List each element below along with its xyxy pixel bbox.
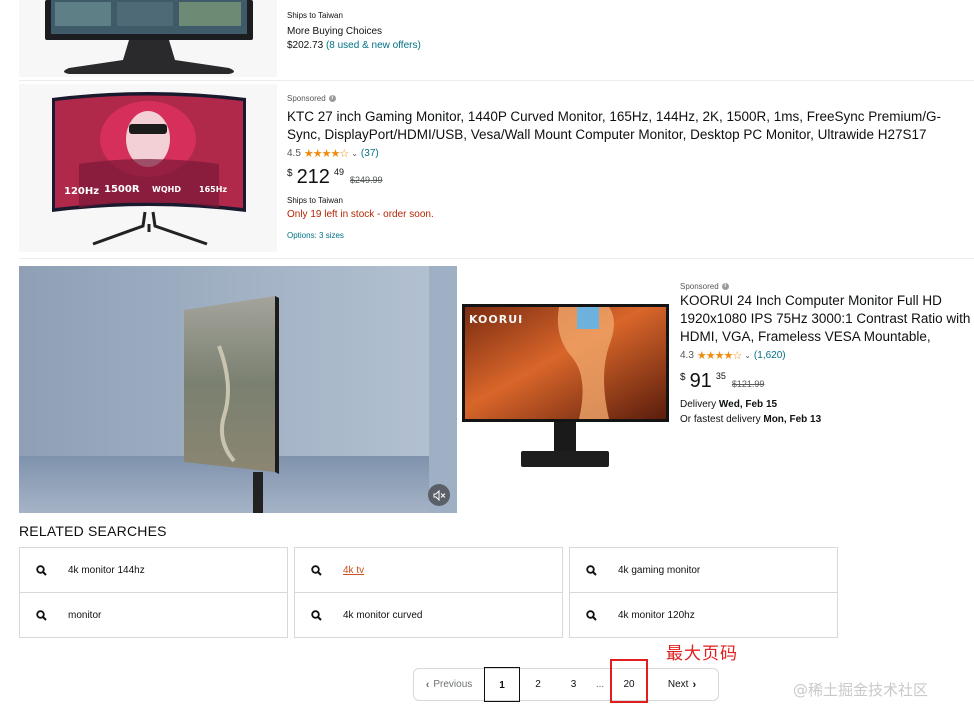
watermark: @稀土掘金技术社区: [793, 681, 929, 699]
price-symbol: $: [680, 372, 686, 383]
monitor-product-image: 120Hz 1500R WQHD 165Hz: [52, 92, 246, 246]
rating-value: 4.3: [680, 350, 694, 361]
rating-row: 4.3 ★★★★☆ ⌄ (1,620): [680, 349, 786, 362]
options-link[interactable]: Options: 3 sizes: [287, 231, 344, 240]
delivery-info: Delivery Wed, Feb 15: [680, 399, 777, 410]
fastest-delivery-info: Or fastest delivery Mon, Feb 13: [680, 414, 821, 425]
pagination: ‹ Previous 1 2 3 ... 20 Next ›: [413, 667, 719, 702]
options-text: Options: 3 sizes: [287, 231, 344, 240]
page-ellipsis: ...: [595, 679, 605, 690]
page-3-button[interactable]: 3: [556, 679, 591, 690]
image-badge-resolution: WQHD: [152, 185, 181, 194]
fastest-delivery-label: Or fastest delivery: [680, 414, 764, 425]
page-1-button[interactable]: 1: [484, 667, 520, 702]
search-icon: [36, 564, 50, 576]
video-frame-image: [19, 266, 457, 513]
chevron-right-icon: ›: [692, 678, 697, 691]
related-search-label: 4k monitor 144hz: [68, 564, 145, 576]
star-rating-icon[interactable]: ★★★★☆: [697, 349, 742, 362]
sponsored-text: Sponsored: [680, 282, 719, 291]
next-label: Next: [667, 679, 689, 690]
more-buying-choices: More Buying Choices: [287, 26, 383, 37]
image-badge-curve: 1500R: [104, 184, 140, 195]
mute-icon[interactable]: [428, 484, 450, 506]
related-search-item[interactable]: 4k monitor curved: [294, 592, 563, 638]
related-search-label: 4k monitor 120hz: [618, 609, 695, 621]
chevron-left-icon: ‹: [425, 678, 430, 691]
next-page-button[interactable]: Next ›: [649, 679, 715, 691]
search-icon: [586, 564, 600, 576]
monitor-product-image: [45, 0, 253, 74]
price-fraction: 35: [715, 371, 726, 381]
sponsored-text: Sponsored: [287, 94, 326, 103]
product-image-panel[interactable]: [19, 0, 277, 77]
price[interactable]: $ 212 49 $249.99: [287, 166, 383, 188]
annotation-label: 最大页码: [666, 644, 738, 664]
price[interactable]: $ 91 35 $121.99: [680, 370, 764, 392]
image-badge-hz: 165Hz: [199, 185, 227, 194]
list-price: $121.99: [731, 379, 765, 389]
info-icon[interactable]: i: [721, 283, 729, 290]
shipping-text: Ships to Taiwan: [287, 196, 343, 205]
rating-row: 4.5 ★★★★☆ ⌄ (37): [287, 147, 379, 160]
review-count-link[interactable]: (37): [361, 148, 379, 159]
chevron-down-icon[interactable]: ⌄: [744, 351, 751, 360]
search-icon: [311, 609, 325, 621]
price-whole: 212: [296, 166, 330, 188]
star-rating-icon[interactable]: ★★★★☆: [304, 147, 349, 160]
previous-label: Previous: [433, 679, 473, 690]
rating-value: 4.5: [287, 148, 301, 159]
search-icon: [311, 564, 325, 576]
annotation-highlight-box: [610, 659, 648, 703]
search-icon: [586, 609, 600, 621]
monitor-product-image: KOORUI: [462, 304, 669, 467]
related-search-item[interactable]: 4k monitor 120hz: [569, 592, 838, 638]
brand-logo: KOORUI: [469, 313, 523, 326]
buying-choices-price-row: $202.73 (8 used & new offers): [287, 40, 421, 51]
price-fraction: 49: [333, 167, 344, 177]
product-video[interactable]: [19, 266, 457, 513]
product-image-panel[interactable]: 120Hz 1500R WQHD 165Hz: [19, 84, 277, 252]
related-search-item[interactable]: monitor: [19, 592, 288, 638]
sponsored-label[interactable]: Sponsored i: [680, 282, 729, 291]
sponsored-label[interactable]: Sponsored i: [287, 94, 336, 103]
delivery-label: Delivery: [680, 399, 719, 410]
product-image-panel[interactable]: KOORUI: [459, 266, 674, 513]
page-2-button[interactable]: 2: [520, 679, 556, 690]
search-icon: [36, 609, 50, 621]
related-searches-heading: RELATED SEARCHES: [19, 523, 167, 539]
previous-page-button[interactable]: ‹ Previous: [414, 679, 484, 691]
shipping-text: Ships to Taiwan: [287, 11, 343, 20]
divider: [19, 80, 974, 81]
related-search-label: 4k gaming monitor: [618, 564, 701, 576]
chevron-down-icon[interactable]: ⌄: [351, 149, 358, 158]
price-whole: 91: [689, 370, 712, 392]
buying-choices-price: $202.73: [287, 40, 324, 51]
related-search-item[interactable]: 4k monitor 144hz: [19, 547, 288, 593]
product-title-link[interactable]: KOORUI 24 Inch Computer Monitor Full HD …: [680, 292, 974, 348]
related-search-label: monitor: [68, 609, 102, 621]
offers-link[interactable]: (8 used & new offers): [326, 40, 421, 51]
fastest-delivery-date: Mon, Feb 13: [763, 414, 822, 425]
list-price: $249.99: [349, 175, 383, 185]
related-search-item[interactable]: 4k gaming monitor: [569, 547, 838, 593]
related-search-item[interactable]: 4k tv: [294, 547, 563, 593]
product-title-link[interactable]: KTC 27 inch Gaming Monitor, 1440P Curved…: [287, 108, 972, 144]
related-search-label: 4k tv: [343, 564, 365, 576]
info-icon[interactable]: i: [328, 95, 336, 102]
delivery-date: Wed, Feb 15: [718, 399, 778, 410]
review-count-link[interactable]: (1,620): [754, 350, 786, 361]
image-badge-refresh: 120Hz: [64, 186, 99, 197]
stock-warning: Only 19 left in stock - order soon.: [287, 209, 434, 220]
price-symbol: $: [287, 168, 293, 179]
related-search-label: 4k monitor curved: [343, 609, 423, 621]
divider: [19, 258, 974, 259]
